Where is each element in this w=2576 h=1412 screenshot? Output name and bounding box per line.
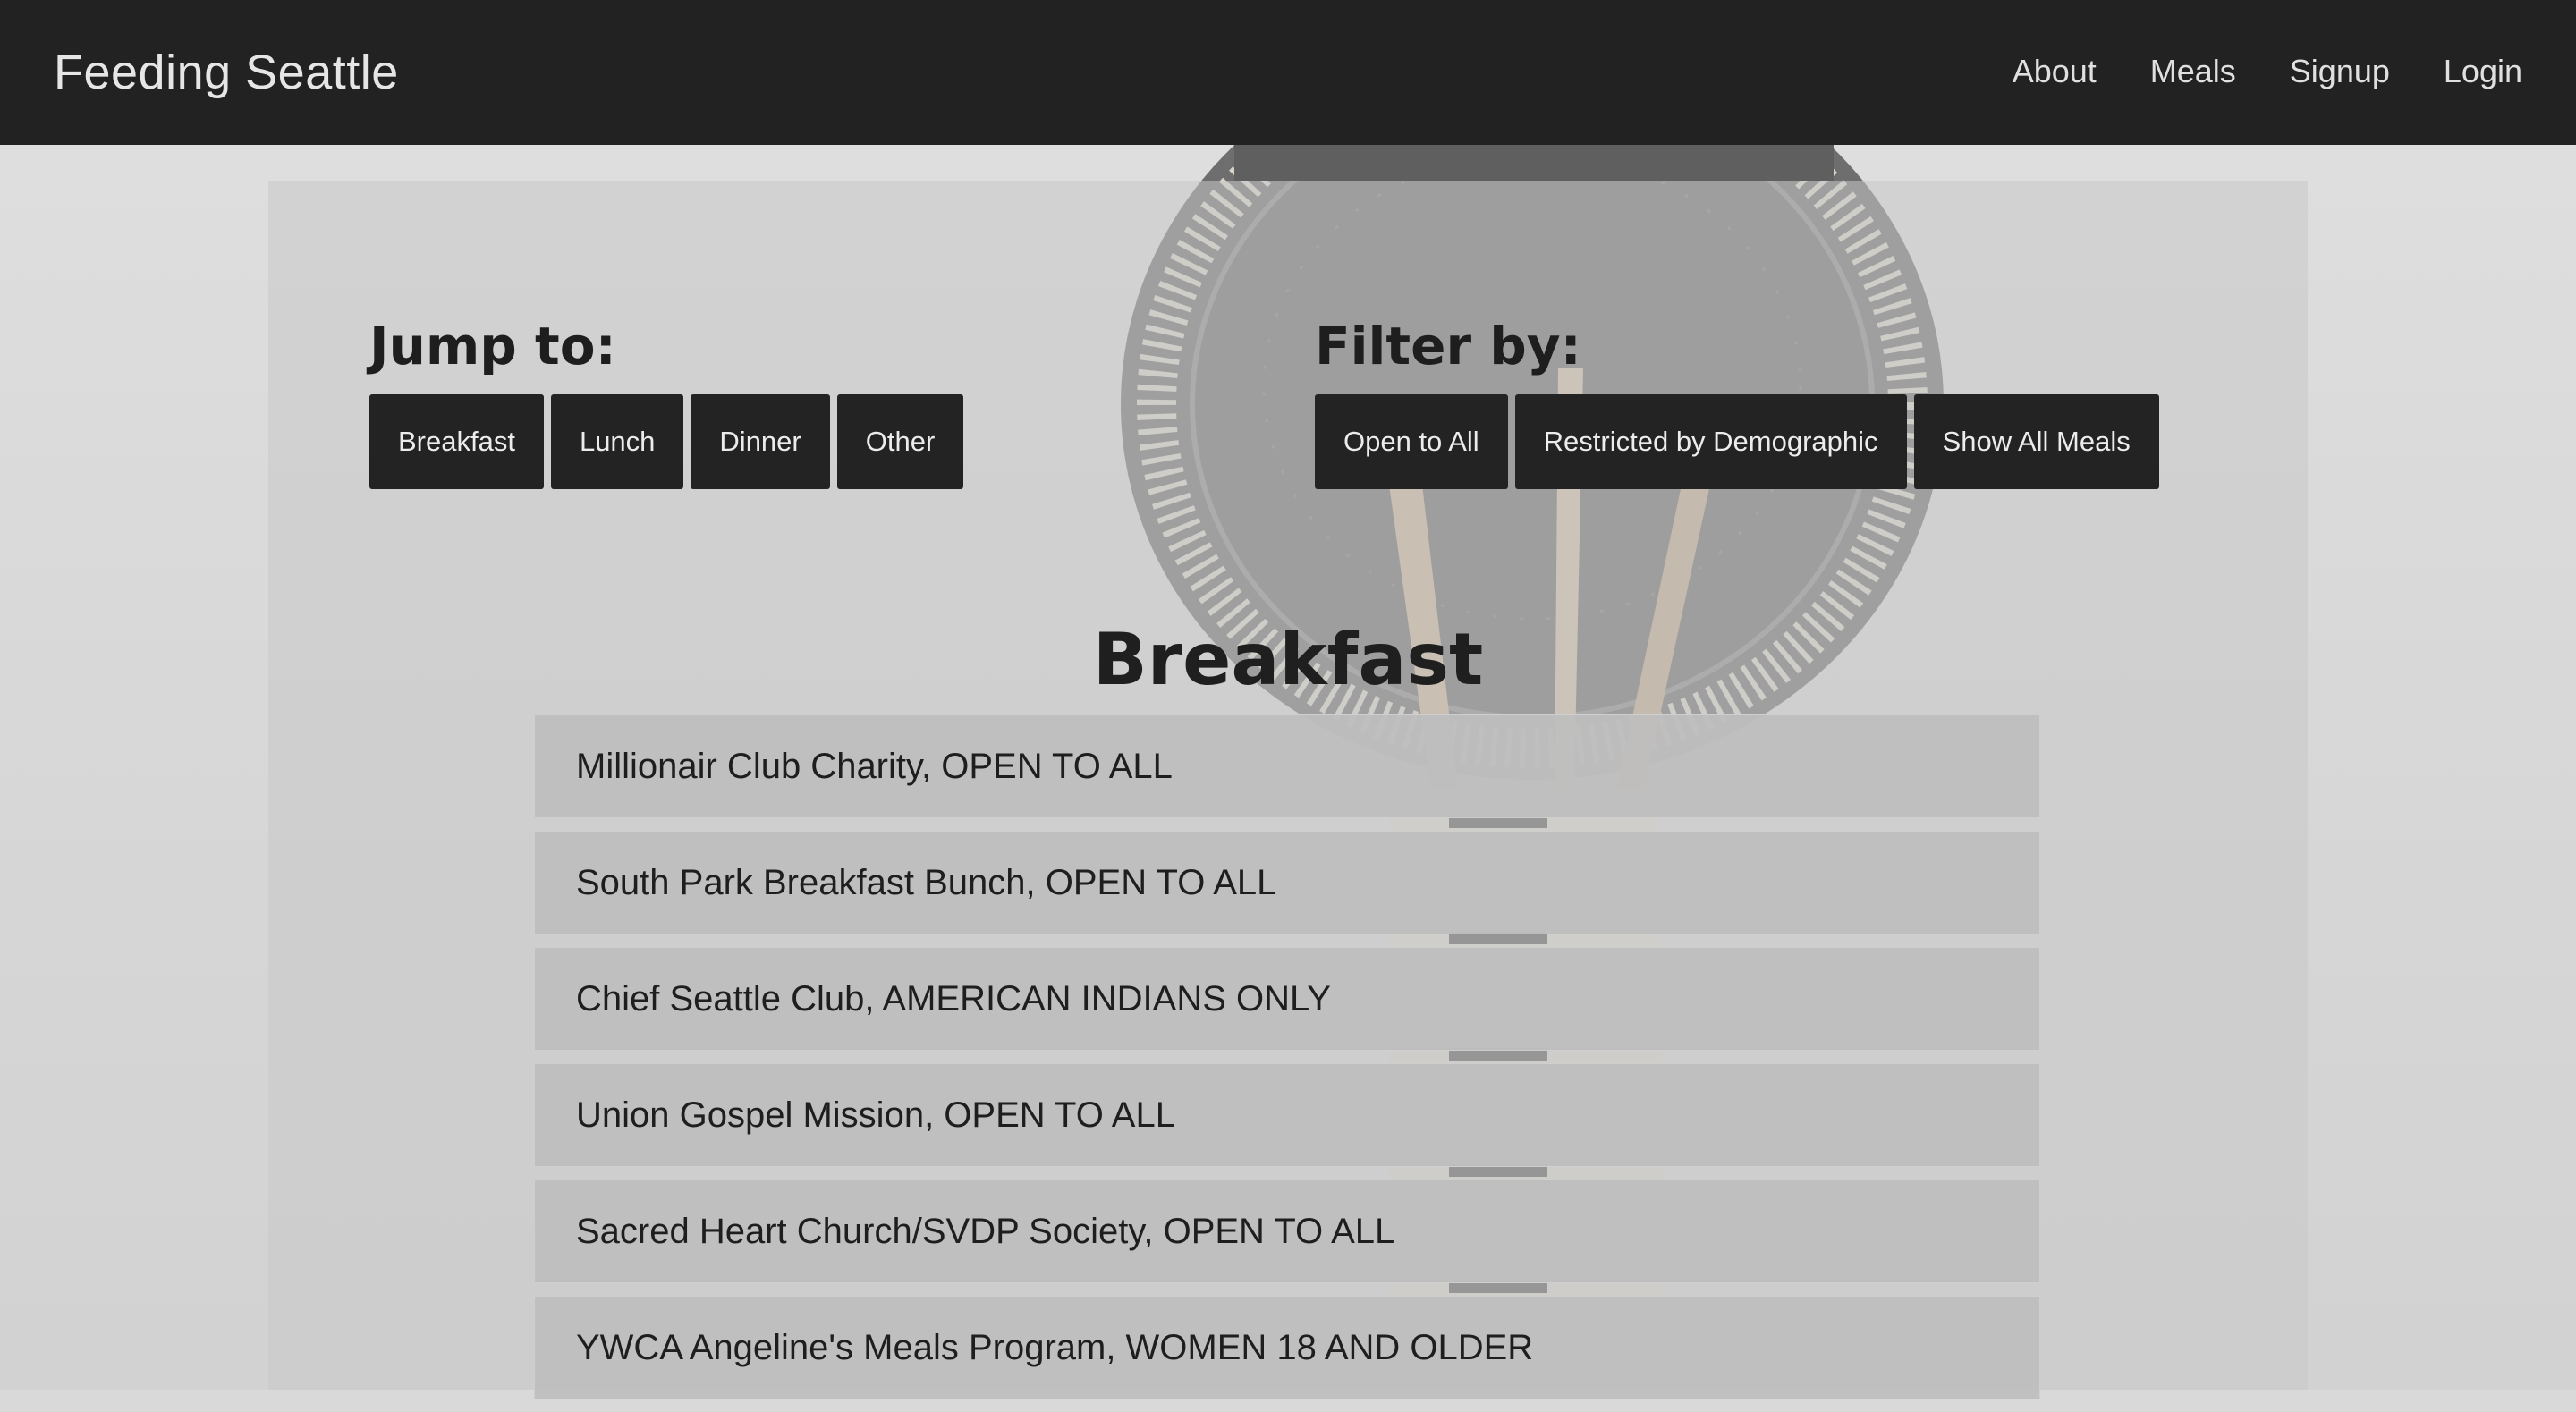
top-navbar: Feeding Seattle About Meals Signup Login: [0, 0, 2576, 145]
meal-list-item[interactable]: YWCA Angeline's Meals Program, WOMEN 18 …: [534, 1296, 2040, 1399]
jump-to-label: Jump to:: [369, 316, 616, 376]
nav-link-signup[interactable]: Signup: [2290, 47, 2390, 97]
meal-list-item[interactable]: Union Gospel Mission, OPEN TO ALL: [534, 1063, 2040, 1167]
breakfast-meal-list: Millionair Club Charity, OPEN TO ALL Sou…: [534, 714, 2040, 1412]
nav-link-about[interactable]: About: [2012, 47, 2097, 97]
meal-list-item[interactable]: Sacred Heart Church/SVDP Society, OPEN T…: [534, 1179, 2040, 1283]
jump-breakfast-button[interactable]: Breakfast: [369, 394, 544, 489]
filter-by-label: Filter by:: [1315, 316, 1581, 376]
jump-lunch-button[interactable]: Lunch: [550, 394, 684, 489]
jump-to-buttons: Breakfast Lunch Dinner Other: [369, 394, 964, 489]
filter-restricted-button[interactable]: Restricted by Demographic: [1514, 394, 1907, 489]
jump-other-button[interactable]: Other: [836, 394, 964, 489]
filter-show-all-button[interactable]: Show All Meals: [1913, 394, 2159, 489]
breakfast-heading: Breakfast: [1092, 618, 1484, 701]
meal-list-item[interactable]: South Park Breakfast Bunch, OPEN TO ALL: [534, 831, 2040, 934]
filter-open-to-all-button[interactable]: Open to All: [1315, 394, 1508, 489]
brand-logo-text[interactable]: Feeding Seattle: [54, 41, 399, 104]
jump-dinner-button[interactable]: Dinner: [691, 394, 830, 489]
meal-list-item[interactable]: Chief Seattle Club, AMERICAN INDIANS ONL…: [534, 947, 2040, 1051]
meal-list-item[interactable]: Millionair Club Charity, OPEN TO ALL: [534, 714, 2040, 818]
nav-links: About Meals Signup Login: [2012, 47, 2522, 97]
nav-link-meals[interactable]: Meals: [2150, 47, 2236, 97]
nav-link-login[interactable]: Login: [2444, 47, 2522, 97]
filter-buttons: Open to All Restricted by Demographic Sh…: [1315, 394, 2159, 489]
